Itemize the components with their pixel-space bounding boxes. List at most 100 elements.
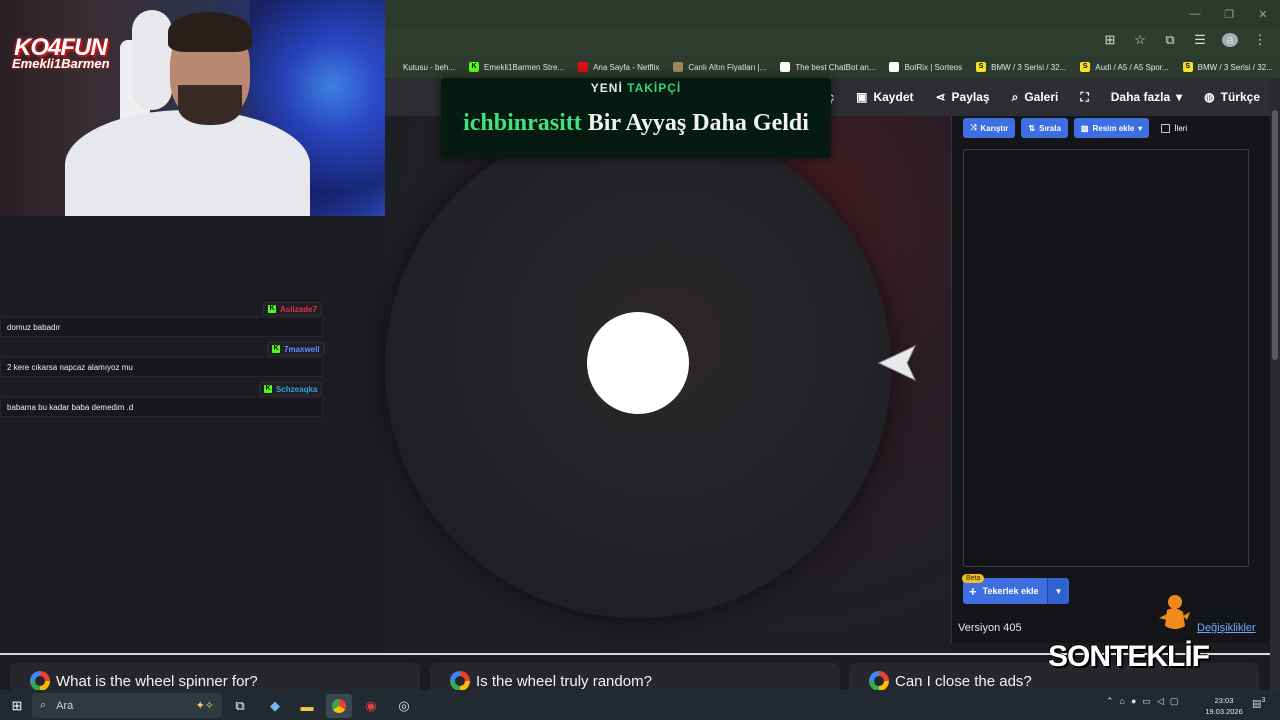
bookmark-favicon-icon xyxy=(388,62,398,72)
faq-card-2[interactable]: Is the wheel truly random? xyxy=(430,663,840,693)
headset-icon xyxy=(132,10,172,110)
share-icon: ⋖ xyxy=(935,90,946,104)
bookmark-favicon-icon: S xyxy=(1182,62,1193,72)
page-left-background xyxy=(0,216,385,653)
changes-link[interactable]: Değişiklikler xyxy=(1197,622,1256,634)
sort-button[interactable]: ⇅ Sırala xyxy=(1021,118,1068,138)
version-label: Versiyon 405 xyxy=(958,622,1022,634)
fullscreen-icon: ⛶ xyxy=(1080,89,1089,104)
mic-icon[interactable]: ● xyxy=(1131,696,1136,707)
add-image-button[interactable]: ▨ Resim ekle ▾ xyxy=(1073,118,1150,138)
bookmark-item[interactable]: Kutusu - beh... xyxy=(388,62,455,72)
kick-icon: K xyxy=(268,305,276,313)
stream-logo-sub: Emekli1Barmen xyxy=(12,56,110,71)
scrollbar-thumb[interactable] xyxy=(1272,110,1278,360)
webcam-shirt xyxy=(65,110,310,216)
kick-icon: K xyxy=(272,345,280,353)
restore-icon[interactable]: ❐ xyxy=(1212,0,1246,28)
system-tray: ⌃ ⌂ ● ▭ ◁ ▢ xyxy=(1106,696,1178,707)
chevron-up-icon[interactable]: ⌃ xyxy=(1106,696,1114,707)
bookmark-favicon-icon: S xyxy=(976,62,987,72)
volume-icon[interactable]: ◁ xyxy=(1157,696,1164,707)
caret-down-icon: ▾ xyxy=(1138,123,1143,133)
chat-message: 2 kere cıkarsa napcaz alamıyoz mu xyxy=(0,357,323,377)
window-controls: — ❐ ✕ xyxy=(1178,0,1280,28)
floppy-icon: ▣ xyxy=(856,90,868,104)
chat-username: K Schzeaqka xyxy=(259,382,323,396)
fullscreen-button[interactable]: ⛶ xyxy=(1080,90,1088,105)
menu-icon[interactable]: ⋮ xyxy=(1252,32,1268,48)
bookmark-item[interactable]: Ana Sayfa - Netflix xyxy=(578,62,659,72)
wheel-hub[interactable] xyxy=(587,312,689,414)
image-icon: ▨ xyxy=(1080,123,1089,133)
minimize-icon[interactable]: — xyxy=(1178,0,1212,28)
search-icon: ⌕ xyxy=(1011,89,1019,104)
shuffle-button[interactable]: ⤨ Karıştır xyxy=(963,118,1016,138)
caret-down-icon: ▼ xyxy=(1054,586,1063,596)
taskbar-search[interactable]: ⌕ Ara ✦✧ xyxy=(32,693,222,718)
advanced-checkbox[interactable] xyxy=(1161,123,1171,133)
bookmark-item[interactable]: BotRix | Sorteos xyxy=(889,62,962,72)
obs-icon[interactable]: ◎ xyxy=(391,694,417,718)
gallery-button[interactable]: ⌕ Galeri xyxy=(1012,90,1059,105)
toolbar-icons: ⊞ ☆ ⧉ ☰ a ⋮ xyxy=(1102,32,1268,48)
chat-message: babama bu kadar baba demedim .d xyxy=(0,397,323,417)
language-button[interactable]: ◍ Türkçe xyxy=(1204,90,1260,104)
bookmark-favicon-icon xyxy=(780,62,791,72)
task-view-icon[interactable]: ⧉ xyxy=(227,694,253,718)
save-button[interactable]: ▣ Kaydet xyxy=(856,90,913,104)
bookmark-favicon-icon xyxy=(578,62,589,72)
bookmark-item[interactable]: S BMW / 3 Serisi / 32... xyxy=(1182,62,1273,72)
sort-icon: ⇅ xyxy=(1028,123,1036,133)
bookmark-item[interactable]: S BMW / 3 Serisi / 32... xyxy=(976,62,1066,72)
follower-alert-title: YENİ TAKİPÇİ xyxy=(590,81,682,95)
profile-avatar[interactable]: a xyxy=(1222,33,1238,47)
extensions-icon[interactable]: ⧉ xyxy=(1162,32,1178,48)
chat-message: domuz babadır xyxy=(0,317,323,337)
bookmark-item[interactable]: K Emekli1Barmen Stre... xyxy=(469,62,564,72)
caret-down-icon: ▾ xyxy=(1176,90,1183,104)
wheel-logo-icon xyxy=(869,671,889,691)
kick-icon: K xyxy=(264,385,272,393)
globe-icon: ◍ xyxy=(1204,90,1215,104)
close-icon[interactable]: ✕ xyxy=(1246,0,1280,28)
follower-alert-message: ichbinrasitt Bir Ayyaş Daha Geldi xyxy=(463,110,809,136)
media-icon[interactable]: ☰ xyxy=(1192,32,1208,48)
bookmark-item[interactable]: Canlı Altın Fiyatları |... xyxy=(673,62,766,72)
mascot-icon xyxy=(1159,595,1190,629)
app-icon[interactable]: ◆ xyxy=(262,694,288,718)
game-app-icon[interactable]: ◉ xyxy=(358,694,384,718)
network-icon[interactable]: ⌂ xyxy=(1120,696,1125,707)
share-button[interactable]: ⋖ Paylaş xyxy=(935,90,989,104)
display-icon[interactable]: ▢ xyxy=(1170,696,1179,707)
beta-badge: Beta xyxy=(962,574,985,583)
file-explorer-icon[interactable]: ▬ xyxy=(294,694,320,718)
wheel-logo-icon xyxy=(450,671,470,691)
search-icon: ⌕ xyxy=(40,699,47,711)
entries-toolbar: ⤨ Karıştır ⇅ Sırala ▨ Resim ekle ▾ İleri xyxy=(963,118,1187,138)
sponsor-logo: SONTEKLİF xyxy=(1048,640,1210,673)
battery-icon[interactable]: ▭ xyxy=(1142,696,1151,707)
more-button[interactable]: Daha fazla ▾ xyxy=(1111,90,1182,104)
faq-card-1[interactable]: What is the wheel spinner for? xyxy=(10,663,420,693)
star-icon[interactable]: ☆ xyxy=(1132,32,1148,48)
translate-icon[interactable]: ⊞ xyxy=(1102,32,1118,48)
bookmark-item[interactable]: S Audi / A5 / A5 Spor... xyxy=(1080,62,1169,72)
taskbar-clock[interactable]: 23:03 19.03.2026 xyxy=(1196,695,1252,717)
shuffle-icon: ⤨ xyxy=(970,123,977,132)
webcam-beard xyxy=(178,85,242,125)
webcam-hair xyxy=(168,12,252,52)
windows-start-icon[interactable]: ⊞ xyxy=(4,694,30,718)
bookmark-item[interactable]: The best ChatBot an... xyxy=(780,62,875,72)
webcam-overlay: KO4FUN Emekli1Barmen xyxy=(0,0,385,216)
chat-username: K 7maxwell xyxy=(267,342,325,356)
advanced-toggle[interactable]: İleri xyxy=(1161,123,1187,133)
add-wheel-dropdown[interactable]: ▼ xyxy=(1047,578,1069,604)
sparkle-icon: ✦✧ xyxy=(195,700,214,712)
chrome-icon[interactable] xyxy=(326,694,352,718)
notifications-icon[interactable]: ▤3 xyxy=(1252,697,1265,709)
entries-textarea[interactable] xyxy=(963,149,1249,567)
bookmark-favicon-icon xyxy=(673,62,684,72)
bookmark-favicon-icon: S xyxy=(1080,62,1091,72)
plus-icon: + xyxy=(969,583,977,599)
